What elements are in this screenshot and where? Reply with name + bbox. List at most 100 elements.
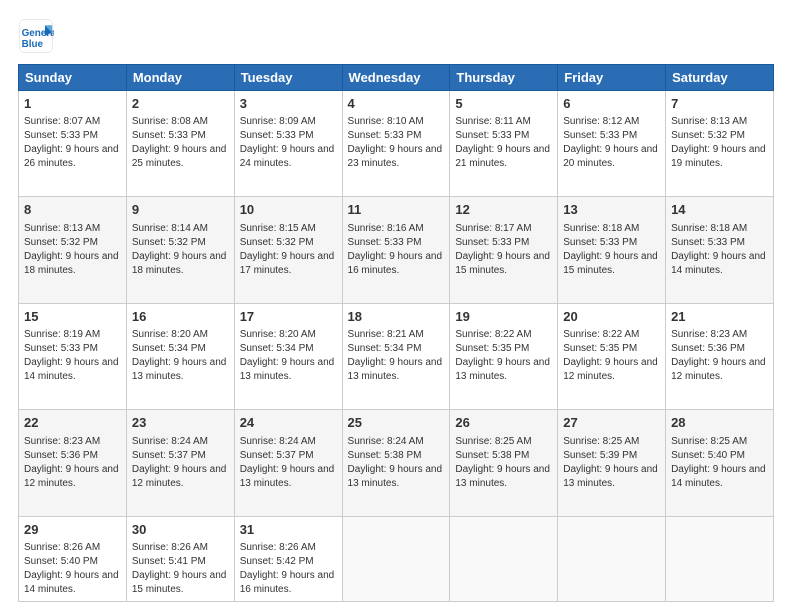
sunrise: Sunrise: 8:19 AM [24,329,100,340]
calendar-cell: 9 Sunrise: 8:14 AM Sunset: 5:32 PM Dayli… [126,197,234,303]
day-number: 20 [563,308,660,326]
daylight: Daylight: 9 hours and 20 minutes. [563,144,658,169]
sunset: Sunset: 5:38 PM [348,450,422,461]
daylight: Daylight: 9 hours and 18 minutes. [24,251,119,276]
daylight: Daylight: 9 hours and 15 minutes. [132,570,227,595]
sunrise: Sunrise: 8:13 AM [671,116,747,127]
sunrise: Sunrise: 8:14 AM [132,223,208,234]
sunset: Sunset: 5:38 PM [455,450,529,461]
calendar-cell: 24 Sunrise: 8:24 AM Sunset: 5:37 PM Dayl… [234,410,342,516]
day-number: 1 [24,95,121,113]
sunrise: Sunrise: 8:18 AM [563,223,639,234]
day-number: 28 [671,414,768,432]
day-number: 10 [240,201,337,219]
daylight: Daylight: 9 hours and 13 minutes. [240,464,335,489]
sunrise: Sunrise: 8:11 AM [455,116,530,127]
sunrise: Sunrise: 8:26 AM [240,542,316,553]
sunset: Sunset: 5:42 PM [240,556,314,567]
calendar-cell: 28 Sunrise: 8:25 AM Sunset: 5:40 PM Dayl… [666,410,774,516]
daylight: Daylight: 9 hours and 25 minutes. [132,144,227,169]
logo-icon: General Blue [18,18,54,54]
logo: General Blue [18,18,60,54]
calendar-cell: 30 Sunrise: 8:26 AM Sunset: 5:41 PM Dayl… [126,516,234,601]
sunrise: Sunrise: 8:22 AM [455,329,531,340]
calendar-cell: 7 Sunrise: 8:13 AM Sunset: 5:32 PM Dayli… [666,91,774,197]
sunrise: Sunrise: 8:26 AM [24,542,100,553]
daylight: Daylight: 9 hours and 14 minutes. [671,251,766,276]
sunrise: Sunrise: 8:25 AM [455,436,531,447]
calendar-cell [342,516,450,601]
day-number: 25 [348,414,445,432]
svg-text:Blue: Blue [22,39,44,50]
sunrise: Sunrise: 8:24 AM [348,436,424,447]
daylight: Daylight: 9 hours and 13 minutes. [563,464,658,489]
sunset: Sunset: 5:40 PM [24,556,98,567]
calendar-cell: 22 Sunrise: 8:23 AM Sunset: 5:36 PM Dayl… [19,410,127,516]
sunrise: Sunrise: 8:24 AM [132,436,208,447]
daylight: Daylight: 9 hours and 15 minutes. [455,251,550,276]
calendar-cell [450,516,558,601]
calendar-cell: 29 Sunrise: 8:26 AM Sunset: 5:40 PM Dayl… [19,516,127,601]
day-header-saturday: Saturday [666,65,774,91]
daylight: Daylight: 9 hours and 12 minutes. [132,464,227,489]
calendar-table: SundayMondayTuesdayWednesdayThursdayFrid… [18,64,774,602]
daylight: Daylight: 9 hours and 12 minutes. [563,357,658,382]
sunrise: Sunrise: 8:13 AM [24,223,100,234]
sunrise: Sunrise: 8:10 AM [348,116,424,127]
day-number: 24 [240,414,337,432]
calendar-cell [558,516,666,601]
calendar-cell: 26 Sunrise: 8:25 AM Sunset: 5:38 PM Dayl… [450,410,558,516]
header: General Blue [18,18,774,54]
calendar-cell: 3 Sunrise: 8:09 AM Sunset: 5:33 PM Dayli… [234,91,342,197]
sunset: Sunset: 5:33 PM [240,130,314,141]
calendar-cell: 8 Sunrise: 8:13 AM Sunset: 5:32 PM Dayli… [19,197,127,303]
calendar-cell: 21 Sunrise: 8:23 AM Sunset: 5:36 PM Dayl… [666,303,774,409]
sunrise: Sunrise: 8:25 AM [563,436,639,447]
sunset: Sunset: 5:32 PM [240,237,314,248]
sunset: Sunset: 5:33 PM [348,130,422,141]
day-header-monday: Monday [126,65,234,91]
day-number: 8 [24,201,121,219]
sunset: Sunset: 5:36 PM [671,343,745,354]
daylight: Daylight: 9 hours and 15 minutes. [563,251,658,276]
sunset: Sunset: 5:33 PM [671,237,745,248]
day-number: 22 [24,414,121,432]
day-number: 6 [563,95,660,113]
sunrise: Sunrise: 8:15 AM [240,223,316,234]
day-number: 27 [563,414,660,432]
daylight: Daylight: 9 hours and 14 minutes. [671,464,766,489]
day-number: 18 [348,308,445,326]
daylight: Daylight: 9 hours and 13 minutes. [132,357,227,382]
daylight: Daylight: 9 hours and 14 minutes. [24,357,119,382]
day-number: 2 [132,95,229,113]
sunset: Sunset: 5:33 PM [455,237,529,248]
sunset: Sunset: 5:32 PM [24,237,98,248]
sunset: Sunset: 5:33 PM [455,130,529,141]
day-number: 14 [671,201,768,219]
sunset: Sunset: 5:33 PM [132,130,206,141]
sunrise: Sunrise: 8:07 AM [24,116,100,127]
day-number: 3 [240,95,337,113]
day-number: 9 [132,201,229,219]
day-number: 19 [455,308,552,326]
day-number: 5 [455,95,552,113]
day-number: 26 [455,414,552,432]
sunset: Sunset: 5:39 PM [563,450,637,461]
daylight: Daylight: 9 hours and 13 minutes. [455,464,550,489]
calendar-cell: 18 Sunrise: 8:21 AM Sunset: 5:34 PM Dayl… [342,303,450,409]
daylight: Daylight: 9 hours and 12 minutes. [24,464,119,489]
day-header-wednesday: Wednesday [342,65,450,91]
daylight: Daylight: 9 hours and 17 minutes. [240,251,335,276]
sunrise: Sunrise: 8:23 AM [671,329,747,340]
sunset: Sunset: 5:33 PM [563,237,637,248]
sunrise: Sunrise: 8:20 AM [132,329,208,340]
sunrise: Sunrise: 8:09 AM [240,116,316,127]
sunrise: Sunrise: 8:23 AM [24,436,100,447]
sunset: Sunset: 5:33 PM [24,130,98,141]
day-number: 21 [671,308,768,326]
day-number: 30 [132,521,229,539]
sunset: Sunset: 5:34 PM [348,343,422,354]
sunset: Sunset: 5:35 PM [455,343,529,354]
calendar-cell: 15 Sunrise: 8:19 AM Sunset: 5:33 PM Dayl… [19,303,127,409]
daylight: Daylight: 9 hours and 13 minutes. [240,357,335,382]
